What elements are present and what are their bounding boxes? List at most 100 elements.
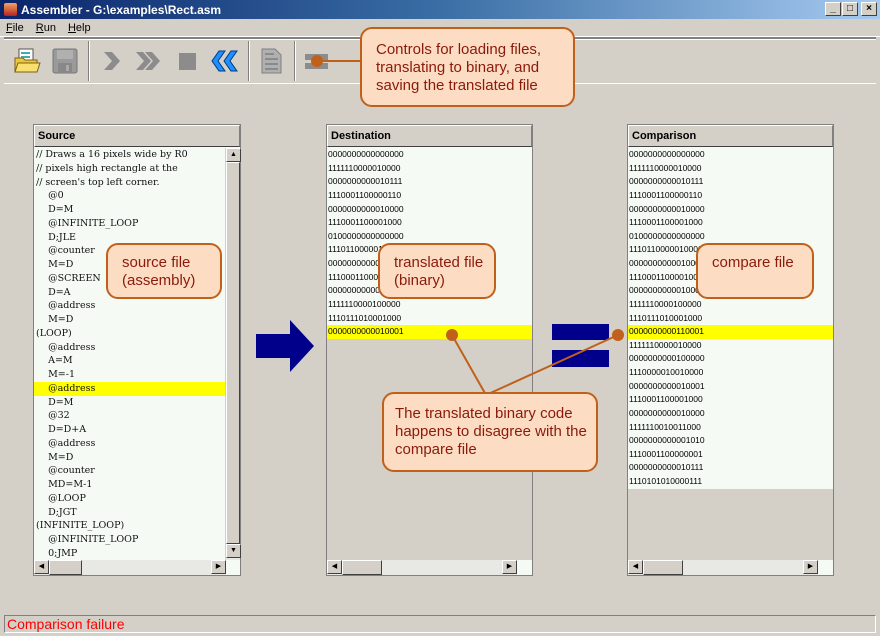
list-line[interactable]: D;JGT [34,506,225,520]
disagree-connectors [446,329,624,396]
callout-connector [311,55,362,67]
list-line[interactable]: 1111110000010000 [628,162,833,176]
floppy-disk-icon [52,48,78,74]
highlighted-line[interactable]: @address [34,381,225,396]
list-line[interactable]: // Draws a 16 pixels wide by R0 [34,148,225,162]
maximize-button[interactable]: □ [842,2,858,16]
list-line[interactable]: MD=M-1 [34,478,225,492]
scroll-up-button[interactable]: ▲ [226,148,241,162]
source-vertical-scrollbar[interactable]: ▲ ▼ [225,148,241,560]
list-line[interactable]: 0000000000010000 [327,203,532,217]
list-line[interactable]: 1110001100000110 [628,189,833,203]
list-line[interactable]: @counter [34,464,225,478]
list-line[interactable]: 0100000000000000 [628,230,833,244]
fast-forward-button[interactable] [132,44,166,78]
list-line[interactable]: 1111110010011000 [628,421,833,435]
list-line[interactable]: (LOOP) [34,327,225,341]
save-file-button[interactable] [48,44,82,78]
list-line[interactable]: 0000000000000000 [628,148,833,162]
list-line[interactable]: @32 [34,409,225,423]
load-file-button[interactable] [10,44,44,78]
list-line[interactable]: 1110111010001000 [327,312,532,326]
list-line[interactable]: 0100000000000000 [327,230,532,244]
list-line[interactable]: M=-1 [34,368,225,382]
stop-button[interactable] [170,44,204,78]
list-line[interactable]: 1110111010001000 [628,312,833,326]
list-line[interactable]: (INFINITE_LOOP) [34,519,225,533]
scroll-right-button[interactable]: ▶ [211,560,226,574]
list-line[interactable]: 0000000000000000 [327,148,532,162]
menu-run[interactable]: Run [36,22,56,34]
list-line[interactable]: A=M [34,354,225,368]
list-line[interactable]: @address [34,299,225,313]
list-line[interactable]: 1111110000100000 [628,298,833,312]
destination-horizontal-scrollbar[interactable]: ◀ ▶ [327,560,517,575]
list-line[interactable]: // screen's top left corner. [34,176,225,190]
list-line[interactable]: 1110001100000110 [327,189,532,203]
list-line[interactable]: 0000000000010000 [628,203,833,217]
list-line[interactable]: 0000000000100000 [628,352,833,366]
list-line[interactable]: 1111110000100000 [327,298,532,312]
list-line[interactable]: 0000000000010111 [628,461,833,475]
source-header: Source [34,125,240,147]
close-button[interactable]: × [861,2,877,16]
list-line[interactable]: 1110001100001000 [628,216,833,230]
list-line[interactable]: // pixels high rectangle at the [34,162,225,176]
list-line[interactable]: 0000000000001010 [628,434,833,448]
list-line[interactable]: 1110001100001000 [628,393,833,407]
toolbar-separator [294,41,296,81]
full-translation-button[interactable] [254,44,288,78]
list-line[interactable]: 1110000010010000 [628,366,833,380]
scroll-thumb[interactable] [49,560,82,575]
comparison-horizontal-scrollbar[interactable]: ◀ ▶ [628,560,818,575]
source-callout: source file (assembly) [106,243,222,299]
list-line[interactable]: 1111110000010000 [628,339,833,353]
chevron-right-icon [104,52,120,70]
scroll-thumb[interactable] [643,560,683,575]
minimize-button[interactable]: _ [825,2,841,16]
list-line[interactable]: M=D [34,451,225,465]
translated-callout: translated file (binary) [378,243,496,299]
double-chevron-left-icon [211,50,238,72]
scroll-right-button[interactable]: ▶ [502,560,517,574]
list-line[interactable]: 1110001100001000 [327,216,532,230]
list-line[interactable]: D=M [34,396,225,410]
list-line[interactable]: 0;JMP [34,547,225,561]
scroll-left-button[interactable]: ◀ [628,560,643,574]
disagree-callout: The translated binary code happens to di… [382,392,598,472]
list-line[interactable]: D=D+A [34,423,225,437]
scroll-left-button[interactable]: ◀ [34,560,49,574]
list-line[interactable]: M=D [34,313,225,327]
scroll-thumb[interactable] [342,560,382,575]
rewind-button[interactable] [208,44,242,78]
list-line[interactable]: 1110001100000001 [628,448,833,462]
menu-help[interactable]: Help [68,22,91,34]
list-line[interactable]: 0000000000010111 [628,175,833,189]
list-line[interactable]: 1111110000010000 [327,162,532,176]
comparison-list[interactable]: 0000000000000000 1111110000010000 00000000… [628,148,833,560]
list-line[interactable]: @INFINITE_LOOP [34,533,225,547]
list-line[interactable]: @address [34,341,225,355]
scroll-right-button[interactable]: ▶ [803,560,818,574]
empty-area [628,488,833,560]
list-line[interactable]: @INFINITE_LOOP [34,217,225,231]
comparison-panel: Comparison 0000000000000000 1111110000010… [627,124,834,576]
list-line[interactable]: 0000000000010111 [327,175,532,189]
menu-file[interactable]: File [6,22,24,34]
list-line[interactable]: @address [34,437,225,451]
source-panel: Source // Draws a 16 pixels wide by R0//… [33,124,241,576]
scroll-thumb[interactable] [226,162,240,544]
list-line[interactable]: @0 [34,189,225,203]
highlighted-line[interactable]: 0000000000110001 [628,325,833,339]
list-line[interactable]: @LOOP [34,492,225,506]
list-line[interactable]: D=M [34,203,225,217]
single-step-button[interactable] [94,44,128,78]
source-list[interactable]: // Draws a 16 pixels wide by R0// pixels… [34,148,225,561]
destination-header: Destination [327,125,532,147]
list-line[interactable]: 0000000000010000 [628,407,833,421]
scroll-down-button[interactable]: ▼ [226,544,241,558]
list-line[interactable]: 1110101010000111 [628,475,833,489]
scroll-left-button[interactable]: ◀ [327,560,342,574]
list-line[interactable]: 0000000000010001 [628,380,833,394]
source-horizontal-scrollbar[interactable]: ◀ ▶ [34,560,226,575]
